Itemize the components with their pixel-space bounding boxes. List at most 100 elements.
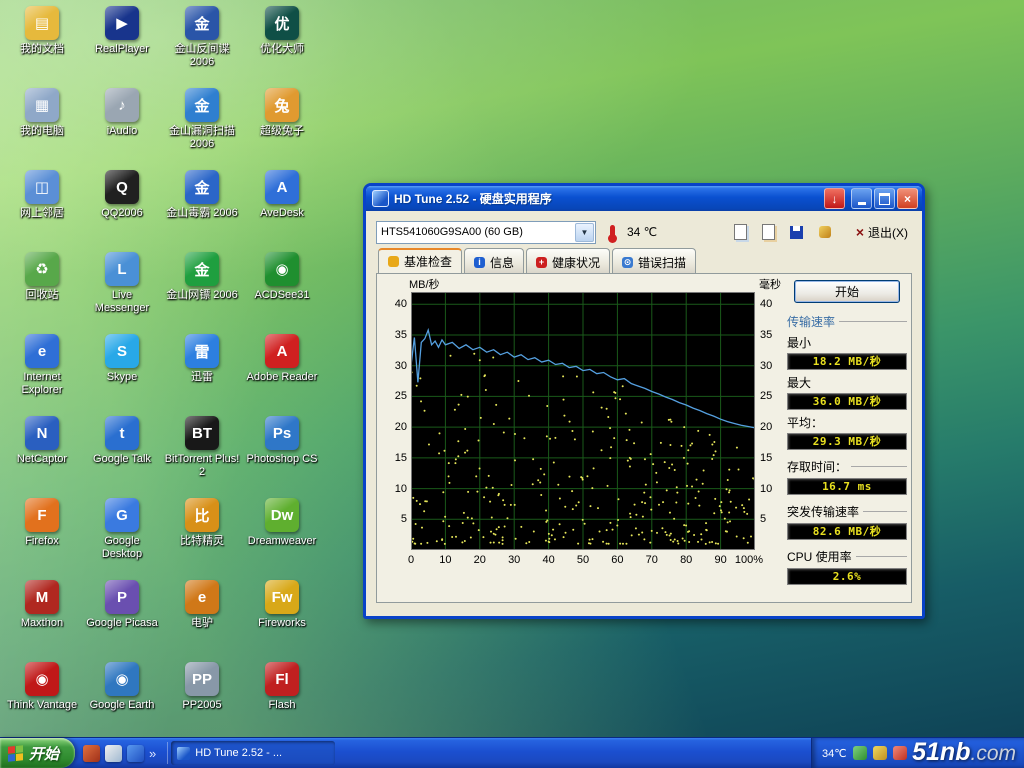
desktop-icon-google-picasa[interactable]: PGoogle Picasa: [84, 580, 160, 630]
y-right-tick: 30: [760, 360, 784, 372]
tab-benchmark-label: 基准检查: [404, 253, 452, 270]
internet-explorer-icon: e: [25, 334, 59, 368]
quicklaunch-icon-1[interactable]: [83, 745, 100, 762]
desktop-icon-internet-explorer[interactable]: eInternet Explorer: [4, 334, 80, 396]
desktop-icon-bitspirit[interactable]: 比比特精灵: [164, 498, 240, 548]
options-button[interactable]: [814, 221, 836, 243]
exit-button[interactable]: × 退出(X): [852, 222, 912, 243]
y-left-tick: 15: [383, 452, 407, 464]
desktop-icon-live-messenger[interactable]: LLive Messenger: [84, 252, 160, 314]
drive-select[interactable]: HTS541060G9SA00 (60 GB) ▼: [376, 221, 596, 244]
bittorrent-plus-icon: BT: [185, 416, 219, 450]
desktop-icon-label: Skype: [107, 371, 138, 384]
minimize-icon: [858, 202, 866, 205]
exit-x-icon: ×: [856, 224, 864, 240]
transfer-rate-header: 传输速率: [787, 313, 907, 330]
thunder-icon: 雷: [185, 334, 219, 368]
toolbar: HTS541060G9SA00 (60 GB) ▼ 34 ℃ × 退出(X): [376, 217, 912, 247]
close-button[interactable]: ×: [897, 188, 918, 209]
desktop-icon-kingsoft-duba[interactable]: 金金山毒霸 2006: [164, 170, 240, 220]
desktop-icon-kingsoft-antispy[interactable]: 金金山反间谍 2006: [164, 6, 240, 68]
desktop-icon-network-places[interactable]: ◫网上邻居: [4, 170, 80, 220]
x-tick: 70: [638, 554, 666, 566]
tray-icon-3[interactable]: [893, 746, 907, 760]
desktop-icon-label: 优化大师: [260, 43, 304, 56]
tray-icon-1[interactable]: [853, 746, 867, 760]
y-right-tick: 5: [760, 513, 784, 525]
copy-text-button[interactable]: [730, 221, 752, 243]
adobe-reader-icon: A: [265, 334, 299, 368]
hdtune-task-button[interactable]: HD Tune 2.52 - ...: [171, 741, 335, 765]
copy-image-button[interactable]: [758, 221, 780, 243]
quicklaunch-chevron-icon[interactable]: »: [149, 746, 156, 761]
desktop-icon-kingsoft-netguard[interactable]: 金金山网镖 2006: [164, 252, 240, 302]
maximize-button[interactable]: [874, 188, 895, 209]
desktop-icon-qq2006[interactable]: QQQ2006: [84, 170, 160, 220]
windows-flag-icon: [8, 745, 23, 762]
titlebar[interactable]: HD Tune 2.52 - 硬盘实用程序 ↓ ×: [366, 186, 922, 211]
desktop-icon-fireworks[interactable]: FwFireworks: [244, 580, 320, 630]
red-arrow-button[interactable]: ↓: [824, 188, 845, 209]
desktop-icon-dreamweaver[interactable]: DwDreamweaver: [244, 498, 320, 548]
desktop-icon-google-earth[interactable]: ◉Google Earth: [84, 662, 160, 712]
desktop-icon-emule[interactable]: e电驴: [164, 580, 240, 630]
desktop-icon-photoshop-cs[interactable]: PsPhotoshop CS: [244, 416, 320, 466]
desktop-icon-label: Flash: [269, 699, 296, 712]
desktop-icon-youhua-dashi[interactable]: 优优化大师: [244, 6, 320, 56]
start-button[interactable]: 开始: [794, 280, 900, 303]
desktop-icon-adobe-reader[interactable]: AAdobe Reader: [244, 334, 320, 384]
desktop-icon-avedesk[interactable]: AAveDesk: [244, 170, 320, 220]
desktop-icon-google-talk[interactable]: tGoogle Talk: [84, 416, 160, 466]
desktop-icon-my-documents[interactable]: ▤我的文档: [4, 6, 80, 56]
combo-dropdown-icon[interactable]: ▼: [575, 223, 594, 242]
tab-bar: 基准检查 i信息 +健康状况 ⊙错误扫描: [376, 248, 912, 274]
acdsee-icon: ◉: [265, 252, 299, 286]
desktop-icon-firefox[interactable]: FFirefox: [4, 498, 80, 548]
benchmark-chart: MB/秒 毫秒 40353025201510540353025201510501…: [381, 276, 783, 596]
desktop-icon-label: AveDesk: [260, 207, 304, 220]
tab-info[interactable]: i信息: [464, 248, 524, 274]
desktop-icon-maxthon[interactable]: MMaxthon: [4, 580, 80, 630]
minimize-button[interactable]: [851, 188, 872, 209]
desktop-icon-label: ACDSee31: [254, 289, 309, 302]
think-vantage-icon: ◉: [25, 662, 59, 696]
desktop-icon-recycle-bin[interactable]: ♻回收站: [4, 252, 80, 302]
tab-error-scan[interactable]: ⊙错误扫描: [612, 248, 696, 274]
desktop-icon-label: QQ2006: [101, 207, 143, 220]
desktop-icon-label: Dreamweaver: [248, 535, 316, 548]
benchmark-plot: [411, 292, 755, 550]
save-button[interactable]: [786, 221, 808, 243]
desktop-icon-think-vantage[interactable]: ◉Think Vantage: [4, 662, 80, 712]
start-menu-button[interactable]: 开始: [0, 738, 75, 768]
tab-health[interactable]: +健康状况: [526, 248, 610, 274]
avg-label: 平均：: [787, 414, 907, 431]
benchmark-page: MB/秒 毫秒 40353025201510540353025201510501…: [376, 273, 912, 603]
y-left-tick: 5: [383, 513, 407, 525]
desktop-icon-google-desktop[interactable]: GGoogle Desktop: [84, 498, 160, 560]
desktop-icon-skype[interactable]: SSkype: [84, 334, 160, 384]
my-computer-icon: ▦: [25, 88, 59, 122]
y-left-tick: 40: [383, 298, 407, 310]
desktop-icon-realplayer[interactable]: ▶RealPlayer: [84, 6, 160, 56]
quicklaunch-icon-3[interactable]: [127, 745, 144, 762]
desktop-icon-super-rabbit[interactable]: 兔超级兔子: [244, 88, 320, 138]
desktop-icon-kingsoft-vulnscan[interactable]: 金金山漏洞扫描 2006: [164, 88, 240, 150]
y-left-tick: 10: [383, 483, 407, 495]
desktop-icon-bittorrent-plus[interactable]: BTBitTorrent Plus! 2: [164, 416, 240, 478]
tray-icon-2[interactable]: [873, 746, 887, 760]
tab-benchmark[interactable]: 基准检查: [378, 248, 462, 274]
desktop-icon-flash[interactable]: FlFlash: [244, 662, 320, 712]
desktop-icon-thunder[interactable]: 雷迅雷: [164, 334, 240, 384]
tray-temperature: 34℃: [822, 747, 847, 760]
desktop-icon-my-computer[interactable]: ▦我的电脑: [4, 88, 80, 138]
max-value: 36.0 MB/秒: [787, 393, 907, 410]
quicklaunch-icon-2[interactable]: [105, 745, 122, 762]
window-body: HTS541060G9SA00 (60 GB) ▼ 34 ℃ × 退出(X) 基…: [366, 211, 922, 611]
desktop-icon-label: Maxthon: [21, 617, 63, 630]
desktop-icon-pp2005[interactable]: PPPP2005: [164, 662, 240, 712]
desktop-icon-netcaptor[interactable]: NNetCaptor: [4, 416, 80, 466]
desktop-icon-iaudio[interactable]: ♪iAudio: [84, 88, 160, 138]
desktop: ▤我的文档 ▦我的电脑 ◫网上邻居 ♻回收站 eInternet Explorer NNe…: [0, 0, 1024, 738]
desktop-icon-label: 迅雷: [191, 371, 213, 384]
desktop-icon-acdsee[interactable]: ◉ ACDSee31: [244, 252, 320, 302]
